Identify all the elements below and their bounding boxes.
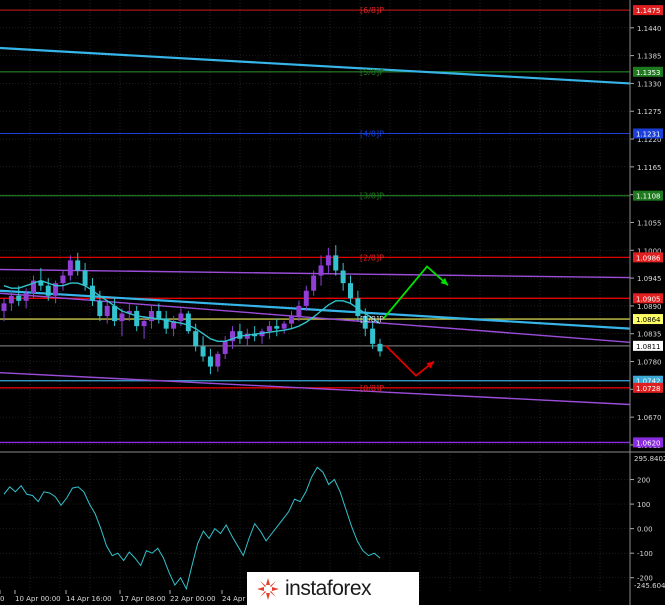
candle-body bbox=[104, 305, 110, 317]
candle-body bbox=[237, 331, 243, 339]
price-tick-label: 1.1275 bbox=[637, 108, 662, 116]
candle-body bbox=[311, 275, 317, 291]
candle-body bbox=[97, 300, 103, 317]
candle-body bbox=[318, 265, 324, 276]
time-tick-label: 24 Apr bbox=[222, 595, 245, 603]
cci-header-label: 295.8402 bbox=[634, 455, 665, 463]
cci-tick-label: -200 bbox=[637, 575, 653, 583]
price-tag-label: 1.0864 bbox=[636, 316, 661, 324]
price-tick-label: 1.1440 bbox=[637, 25, 662, 33]
cci-tick-label: -100 bbox=[637, 550, 653, 558]
price-tag-label: 1.0620 bbox=[636, 439, 661, 447]
candle-body bbox=[75, 260, 81, 271]
time-tick-label: 10 Apr 00:00 bbox=[15, 595, 61, 603]
candle-body bbox=[112, 305, 118, 322]
candle-body bbox=[333, 255, 339, 271]
candle-body bbox=[185, 313, 191, 332]
candle-body bbox=[215, 353, 221, 367]
murray-level-label: [2/8]P bbox=[360, 253, 384, 262]
candle-body bbox=[89, 285, 95, 301]
murray-level-label: [5/8]P bbox=[360, 68, 384, 77]
cci-tick-label: 200 bbox=[637, 477, 650, 485]
cci-tick-label: 100 bbox=[637, 501, 650, 509]
price-tick-label: 1.1055 bbox=[637, 219, 662, 227]
price-tick-label: 1.1330 bbox=[637, 80, 662, 88]
candle-body bbox=[348, 283, 354, 299]
instaforex-mark-icon bbox=[257, 577, 279, 600]
instaforex-wordmark: instaforex bbox=[285, 576, 372, 600]
candle-body bbox=[60, 275, 66, 284]
candle-body bbox=[23, 293, 29, 301]
candle-body bbox=[16, 295, 22, 301]
candle-body bbox=[303, 290, 309, 306]
candle-body bbox=[207, 356, 213, 367]
murray-level-label: [3/8]P bbox=[360, 192, 384, 201]
candle-body bbox=[289, 316, 295, 324]
candle-body bbox=[274, 326, 280, 329]
candle-body bbox=[148, 310, 154, 322]
murray-level-label: [1/8]P bbox=[360, 315, 384, 324]
candle-body bbox=[200, 346, 206, 357]
price-tick-label: 1.0945 bbox=[637, 275, 662, 283]
candle-body bbox=[296, 305, 302, 317]
candle-body bbox=[178, 313, 184, 322]
candle-body bbox=[325, 255, 331, 266]
candle-body bbox=[45, 285, 51, 296]
candle-body bbox=[370, 328, 376, 344]
price-tag-label: 1.1108 bbox=[636, 193, 661, 201]
price-tag-label: 1.0811 bbox=[636, 343, 661, 351]
murray-level-label: [0/8]P bbox=[360, 384, 384, 393]
price-tag-label: 1.1353 bbox=[636, 69, 661, 77]
time-tick-label: 0 bbox=[0, 595, 4, 603]
price-tag-label: 1.1475 bbox=[636, 7, 661, 15]
price-tag-label: 1.1231 bbox=[636, 130, 661, 138]
price-tag-label: 1.0905 bbox=[636, 295, 661, 303]
price-tag-label: 1.0986 bbox=[636, 254, 661, 262]
time-tick-label: 22 Apr 00:00 bbox=[170, 595, 216, 603]
price-tick-label: 1.0670 bbox=[637, 414, 662, 422]
price-tag-label: 1.0728 bbox=[636, 385, 661, 393]
candle-body bbox=[193, 331, 199, 347]
candle-body bbox=[156, 310, 162, 319]
candle-body bbox=[67, 260, 73, 276]
price-tick-label: 1.0780 bbox=[637, 359, 662, 367]
candle-body bbox=[377, 343, 383, 352]
candle-body bbox=[222, 341, 228, 354]
candle-body bbox=[340, 270, 346, 284]
cci-tick-label: 0.00 bbox=[637, 526, 653, 534]
candle-body bbox=[82, 270, 88, 286]
instaforex-logo: instaforex bbox=[247, 572, 419, 605]
cci-bottom-label: -245.604 bbox=[634, 582, 665, 590]
candle-body bbox=[281, 323, 287, 329]
candle-body bbox=[8, 295, 14, 304]
price-chart: [6/8]P [5/8]P [4/8]P [3/8]P [2/8]P [1/8]P [0/8… bbox=[0, 0, 665, 605]
price-tick-label: 1.1385 bbox=[637, 53, 662, 61]
murray-level-label: [6/8]P bbox=[360, 6, 384, 15]
candle-body bbox=[1, 303, 7, 311]
candle-body bbox=[141, 321, 147, 327]
murray-level-label: [4/8]P bbox=[360, 129, 384, 138]
candle-body bbox=[119, 313, 125, 322]
candle-body bbox=[134, 310, 140, 327]
price-tick-label: 1.0835 bbox=[637, 331, 662, 339]
time-tick-label: 14 Apr 16:00 bbox=[66, 595, 112, 603]
time-tick-label: 17 Apr 08:00 bbox=[120, 595, 166, 603]
price-tick-label: 1.1165 bbox=[637, 164, 662, 172]
candle-body bbox=[266, 326, 272, 332]
price-tick-label: 1.0890 bbox=[637, 303, 662, 311]
